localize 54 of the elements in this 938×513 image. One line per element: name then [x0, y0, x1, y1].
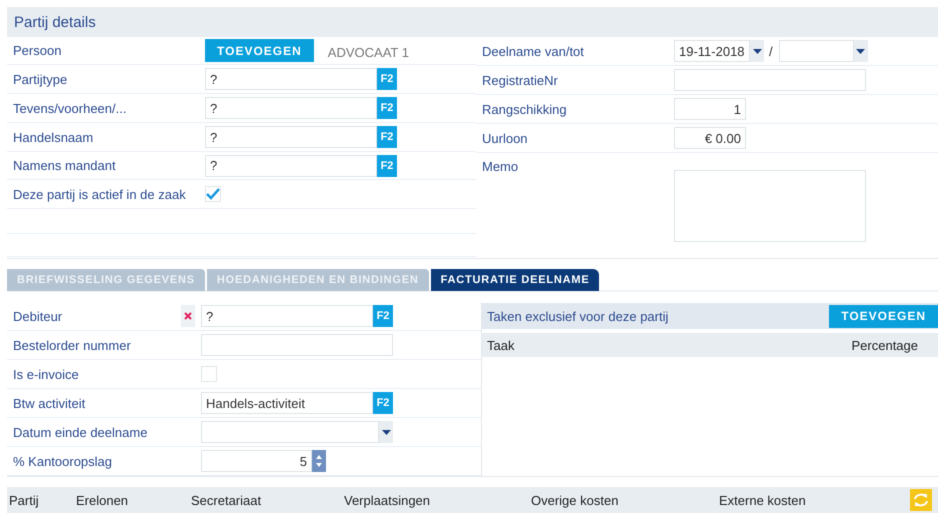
- lookup-field[interactable]: ?: [205, 97, 377, 120]
- column-header: Externe kosten: [719, 492, 807, 508]
- tasks-title: Taken exclusief voor deze partij: [487, 308, 668, 324]
- field-label: Tevens/voorheen/...: [13, 100, 126, 116]
- lookup-field[interactable]: ?: [201, 305, 373, 328]
- refresh-button[interactable]: [910, 489, 932, 512]
- memo-field[interactable]: [674, 170, 866, 242]
- lookup-field[interactable]: ?: [205, 126, 377, 148]
- tab[interactable]: FACTURATIE DEELNAME: [430, 269, 600, 292]
- field-label: Is e-invoice: [13, 366, 79, 382]
- field-label: Handelsnaam: [13, 130, 94, 145]
- field-label: Debiteur: [13, 308, 62, 324]
- column-header: Secretariaat: [191, 492, 262, 508]
- refresh-icon: [913, 492, 929, 508]
- number-field[interactable]: € 0.00: [674, 127, 746, 150]
- field-label: Deelname van/tot: [482, 44, 584, 59]
- field-label: Memo: [482, 159, 518, 176]
- spinner-buttons[interactable]: [312, 450, 326, 472]
- column-header: Percentage: [852, 338, 918, 353]
- column-header: Taak: [487, 338, 514, 353]
- person-name: ADVOCAAT 1: [328, 45, 409, 60]
- field-label: Btw activiteit: [13, 396, 86, 411]
- checkbox[interactable]: [201, 366, 217, 382]
- date-field[interactable]: [201, 421, 379, 444]
- dropdown-caret-icon[interactable]: [382, 430, 390, 435]
- dropdown-caret-icon[interactable]: [856, 48, 866, 54]
- clear-icon[interactable]: [181, 305, 195, 328]
- field-label: Namens mandant: [13, 158, 116, 174]
- field-label: RegistratieNr: [482, 72, 558, 88]
- field-label: Rangschikking: [482, 102, 567, 117]
- lookup-field[interactable]: Handels-activiteit: [201, 392, 373, 414]
- column-header: Overige kosten: [531, 492, 620, 508]
- date-field[interactable]: 19-11-2018: [674, 40, 750, 62]
- field-label: Datum einde deelname: [13, 424, 148, 440]
- field-label: Partijtype: [13, 72, 68, 87]
- field-label: Bestelorder nummer: [13, 338, 131, 353]
- number-field[interactable]: 5: [201, 450, 312, 472]
- field-label: % Kantooropslag: [13, 454, 112, 469]
- column-header: Erelonen: [76, 492, 130, 508]
- lookup-field[interactable]: ?: [205, 68, 377, 90]
- lookup-field[interactable]: ?: [205, 154, 377, 177]
- date-field[interactable]: [778, 40, 854, 62]
- column-header: Partij: [9, 492, 40, 508]
- text-field[interactable]: [201, 334, 393, 356]
- field-label: Persoon: [13, 43, 62, 58]
- field-label: Uurloon: [482, 130, 528, 146]
- dropdown-caret-icon[interactable]: [752, 48, 762, 54]
- column-header: Verplaatsingen: [344, 492, 432, 508]
- number-field[interactable]: 1: [674, 98, 746, 120]
- text-field[interactable]: [674, 69, 866, 92]
- date-separator: /: [769, 44, 773, 59]
- panel-title: Partij details: [14, 14, 96, 31]
- checkbox[interactable]: [205, 186, 221, 202]
- field-label: Deze partij is actief in de zaak: [13, 186, 186, 202]
